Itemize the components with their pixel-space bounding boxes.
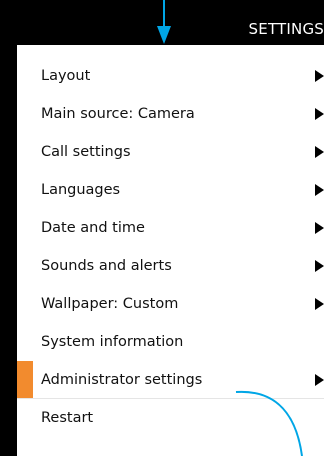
menu-item-label: Restart — [41, 410, 94, 426]
menu-item-label: Main source: Camera — [41, 106, 195, 122]
menu-item-date-time[interactable]: Date and time — [17, 209, 324, 247]
menu-item-languages[interactable]: Languages — [17, 171, 324, 209]
menu-item-label: Languages — [41, 182, 121, 198]
menu-item-label: Sounds and alerts — [41, 258, 172, 274]
menu-item-label: Date and time — [41, 220, 145, 236]
selection-marker — [17, 361, 33, 399]
menu-item-main-source[interactable]: Main source: Camera — [17, 95, 324, 133]
menu-item-label: Wallpaper: Custom — [41, 296, 179, 312]
chevron-right-icon — [315, 374, 324, 386]
menu-item-label: Call settings — [41, 144, 131, 160]
menu-item-system-information[interactable]: System information — [17, 323, 324, 361]
settings-header: SETTINGS — [17, 0, 324, 45]
chevron-right-icon — [315, 70, 324, 82]
menu-item-layout[interactable]: Layout — [17, 57, 324, 95]
settings-title: SETTINGS — [248, 20, 324, 38]
menu-item-label: Administrator settings — [41, 372, 203, 388]
chevron-right-icon — [315, 108, 324, 120]
menu-item-wallpaper[interactable]: Wallpaper: Custom — [17, 285, 324, 323]
chevron-right-icon — [315, 260, 324, 272]
menu-item-call-settings[interactable]: Call settings — [17, 133, 324, 171]
menu-item-restart[interactable]: Restart — [17, 399, 324, 437]
menu-item-administrator-settings[interactable]: Administrator settings — [17, 361, 324, 399]
chevron-right-icon — [315, 184, 324, 196]
settings-page: SETTINGS Layout Main source: Camera Call… — [0, 0, 324, 456]
menu-item-sounds-alerts[interactable]: Sounds and alerts — [17, 247, 324, 285]
chevron-right-icon — [315, 146, 324, 158]
chevron-right-icon — [315, 298, 324, 310]
menu-item-label: Layout — [41, 68, 91, 84]
chevron-right-icon — [315, 222, 324, 234]
settings-menu: Layout Main source: Camera Call settings… — [17, 57, 324, 437]
menu-item-label: System information — [41, 334, 184, 350]
